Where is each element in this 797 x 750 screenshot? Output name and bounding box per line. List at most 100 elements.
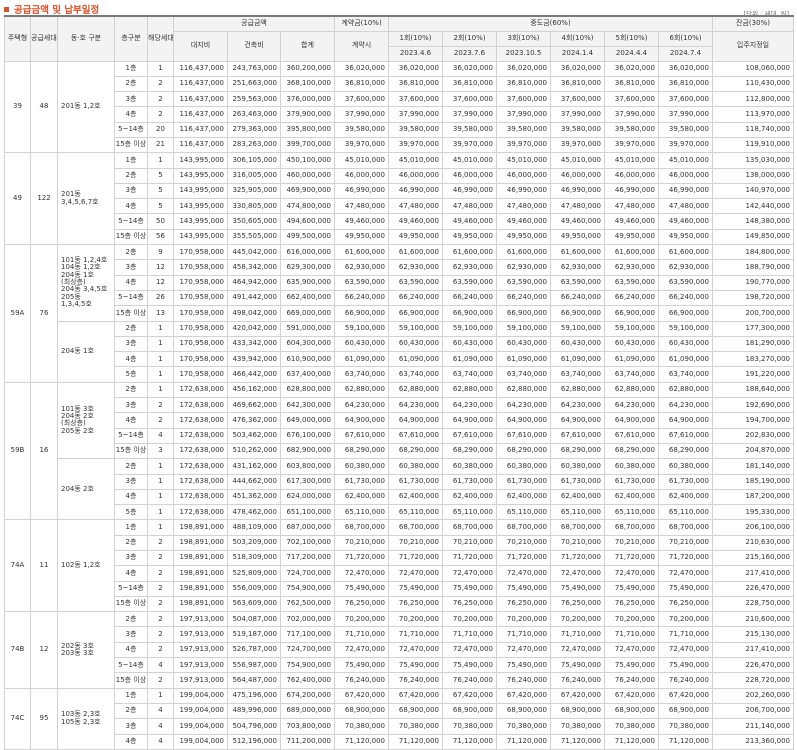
- cell-floor: 2층: [114, 611, 148, 628]
- cell-land: 170,958,000: [173, 259, 228, 276]
- cell-mid1: 60,430,000: [388, 335, 443, 353]
- cell-building: 263,463,000: [227, 106, 281, 123]
- cell-mid5: 61,090,000: [604, 351, 659, 368]
- cell-floor: 4층: [114, 641, 148, 659]
- cell-count: 2: [147, 626, 174, 643]
- cell-deposit: 62,930,000: [334, 259, 389, 276]
- cell-balance: 188,790,000: [712, 259, 794, 276]
- cell-land: 170,958,000: [173, 244, 228, 261]
- header-deposit-time: 계약시: [334, 30, 389, 62]
- cell-mid3: 62,400,000: [496, 488, 551, 506]
- cell-mid4: 61,600,000: [550, 244, 605, 261]
- cell-mid1: 65,110,000: [388, 504, 443, 521]
- cell-mid3: 71,120,000: [496, 733, 551, 750]
- cell-floor: 4층: [114, 198, 148, 215]
- cell-count: 26: [147, 289, 174, 307]
- table-row: 39 48 201동 1,2호 1층 1 116,437,000 243,763,000 36…: [4, 60, 794, 154]
- cell-floor: 3층: [114, 473, 148, 490]
- cell-count: 5: [147, 182, 174, 200]
- cell-count: 5: [147, 167, 174, 184]
- cell-mid5: 62,930,000: [604, 259, 659, 276]
- cell-mid1: 61,600,000: [388, 244, 443, 261]
- cell-deposit: 64,230,000: [334, 397, 389, 414]
- cell-mid1: 71,710,000: [388, 626, 443, 643]
- cell-mid5: 46,000,000: [604, 167, 659, 184]
- cell-deposit: 66,900,000: [334, 305, 389, 322]
- cell-mid1: 63,740,000: [388, 366, 443, 383]
- cell-total: 376,000,000: [280, 91, 335, 108]
- cell-land: 197,913,000: [173, 657, 228, 674]
- cell-households: 48: [30, 60, 58, 154]
- cell-mid4: 46,990,000: [550, 182, 605, 200]
- cell-mid4: 37,600,000: [550, 91, 605, 108]
- cell-dong-ho: 103동 2,3호 105동 2,3호: [57, 687, 115, 750]
- cell-mid6: 61,090,000: [658, 351, 713, 368]
- header-mid3: 3회(10%): [496, 30, 551, 47]
- cell-mid6: 75,490,000: [658, 580, 713, 597]
- cell-building: 491,442,000: [227, 289, 281, 307]
- cell-mid5: 61,730,000: [604, 473, 659, 490]
- cell-deposit: 49,950,000: [334, 228, 389, 246]
- cell-mid2: 37,990,000: [442, 106, 497, 123]
- cell-mid6: 49,950,000: [658, 228, 713, 246]
- cell-mid4: 72,470,000: [550, 641, 605, 659]
- cell-balance: 113,970,000: [712, 106, 794, 123]
- cell-balance: 210,630,000: [712, 534, 794, 552]
- cell-mid3: 36,810,000: [496, 75, 551, 93]
- table-row: 4층 1 170,958,000 439,942,000 610,900,000 61,0…: [5, 351, 794, 368]
- cell-count: 2: [147, 91, 174, 108]
- cell-mid5: 39,970,000: [604, 136, 659, 154]
- cell-building: 251,663,000: [227, 75, 281, 93]
- table-row: 5~14층 20 116,437,000 279,363,000 395,800,000…: [5, 121, 794, 138]
- cell-mid2: 60,430,000: [442, 335, 497, 353]
- cell-deposit: 67,420,000: [334, 687, 389, 704]
- cell-mid4: 39,970,000: [550, 136, 605, 154]
- cell-mid3: 70,210,000: [496, 534, 551, 552]
- cell-balance: 215,130,000: [712, 626, 794, 643]
- cell-mid4: 70,210,000: [550, 534, 605, 552]
- cell-mid2: 76,240,000: [442, 672, 497, 689]
- cell-deposit: 71,710,000: [334, 626, 389, 643]
- cell-total: 702,000,000: [280, 611, 335, 628]
- table-row: 5~14층 4 172,638,000 503,462,000 676,100,000 6…: [5, 427, 794, 444]
- cell-mid2: 62,930,000: [442, 259, 497, 276]
- cell-mid6: 70,210,000: [658, 534, 713, 552]
- header-floor: 층구분: [114, 15, 148, 62]
- cell-mid1: 61,090,000: [388, 351, 443, 368]
- cell-mid1: 39,970,000: [388, 136, 443, 154]
- cell-deposit: 71,120,000: [334, 733, 389, 750]
- cell-deposit: 63,740,000: [334, 366, 389, 383]
- table-row: 5~14층 26 170,958,000 491,442,000 662,400,000…: [5, 289, 794, 307]
- cell-mid2: 70,380,000: [442, 718, 497, 735]
- cell-mid6: 45,010,000: [658, 152, 713, 169]
- cell-mid3: 61,730,000: [496, 473, 551, 490]
- cell-mid5: 72,470,000: [604, 565, 659, 582]
- cell-mid5: 63,590,000: [604, 274, 659, 291]
- table-row: 4층 2 198,891,000 525,809,000 724,700,000 72,4…: [5, 565, 794, 582]
- header-mid1-date: 2023.4.6: [388, 45, 443, 62]
- cell-deposit: 72,470,000: [334, 641, 389, 659]
- cell-floor: 5~14층: [114, 657, 148, 674]
- cell-mid2: 39,580,000: [442, 121, 497, 138]
- cell-floor: 2층: [114, 244, 148, 261]
- cell-building: 518,309,000: [227, 549, 281, 567]
- cell-total: 676,100,000: [280, 427, 335, 444]
- cell-mid3: 68,290,000: [496, 442, 551, 460]
- cell-total: 724,700,000: [280, 565, 335, 582]
- cell-count: 2: [147, 397, 174, 414]
- cell-floor: 1층: [114, 687, 148, 704]
- cell-mid6: 64,230,000: [658, 397, 713, 414]
- cell-balance: 190,770,000: [712, 274, 794, 291]
- cell-total: 637,400,000: [280, 366, 335, 383]
- cell-balance: 181,140,000: [712, 458, 794, 475]
- cell-mid1: 61,730,000: [388, 473, 443, 490]
- cell-mid2: 47,480,000: [442, 198, 497, 215]
- cell-mid1: 46,990,000: [388, 182, 443, 200]
- cell-total: 494,600,000: [280, 213, 335, 230]
- cell-mid4: 66,240,000: [550, 289, 605, 307]
- cell-mid4: 47,480,000: [550, 198, 605, 215]
- cell-floor: 2층: [114, 458, 148, 475]
- cell-balance: 215,160,000: [712, 549, 794, 567]
- cell-floor: 2층: [114, 167, 148, 184]
- header-count: 해당세대수: [147, 15, 174, 62]
